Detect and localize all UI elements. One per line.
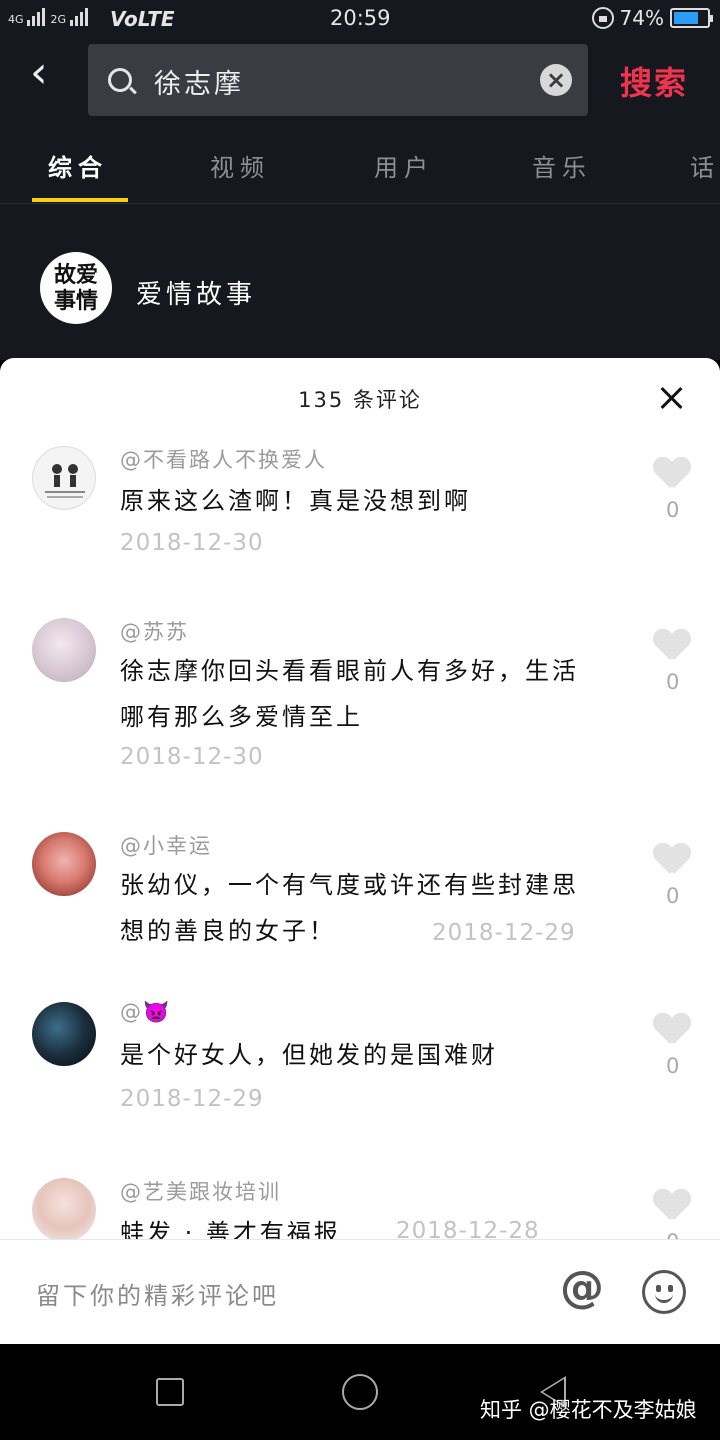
avatar[interactable]	[32, 1178, 96, 1239]
clock: 20:59	[330, 6, 391, 30]
comment-text: 是个好女人，但她发的是国难财	[120, 1041, 498, 1069]
back-arrow-icon[interactable]: ‹	[30, 51, 66, 95]
battery-fill	[674, 12, 698, 24]
search-input[interactable]: 徐志摩	[154, 62, 244, 101]
result-tabs: 综合 视频 用户 音乐 话	[0, 134, 720, 204]
tab-all[interactable]: 综合	[48, 148, 108, 183]
avatar[interactable]	[32, 446, 96, 510]
search-results-page: ‹ 徐志摩 × 搜索 综合 视频 用户 音乐 话 故爱事情 爱情故事	[0, 38, 720, 360]
signal-indicator: 4G 2G	[8, 8, 90, 26]
comment-input[interactable]: 留下你的精彩评论吧	[36, 1276, 279, 1311]
search-icon	[108, 68, 132, 92]
avatar[interactable]	[32, 618, 96, 682]
result-item[interactable]: 故爱事情 爱情故事	[0, 246, 720, 336]
avatar-text: 故爱事情	[53, 262, 98, 314]
recent-apps-icon[interactable]	[156, 1378, 184, 1406]
emoji-mouth	[655, 1293, 673, 1303]
like-count: 0	[666, 1054, 680, 1078]
comment-date: 2018-12-29	[120, 1086, 264, 1112]
comment-username[interactable]: @👿	[120, 1000, 171, 1025]
comment-date: 2018-12-30	[120, 530, 264, 556]
heart-icon[interactable]	[654, 630, 690, 662]
mention-icon[interactable]: @	[560, 1266, 604, 1310]
avatar[interactable]	[32, 1002, 96, 1066]
comments-count-title: 135 条评论	[298, 388, 422, 412]
close-icon[interactable]	[656, 382, 688, 414]
navigation-bar: 知乎 @樱花不及李姑娘	[0, 1344, 720, 1440]
heart-icon[interactable]	[654, 1190, 690, 1222]
comment-list[interactable]: @不看路人不换爱人 原来这么渣啊！真是没想到啊 2018-12-30 0 @苏苏…	[0, 436, 720, 1239]
result-title: 爱情故事	[136, 280, 257, 310]
comment-username[interactable]: @艺美跟妆培训	[120, 1176, 281, 1206]
comments-sheet: 135 条评论 @不看路人不换爱人 原来这么渣啊！真是没想到啊 2018-12-…	[0, 358, 720, 1344]
home-icon[interactable]	[342, 1374, 378, 1410]
emoji-eye	[668, 1285, 673, 1292]
comment-date: 2018-12-29	[432, 920, 576, 946]
rotation-lock-icon	[591, 7, 614, 29]
tab-music[interactable]: 音乐	[532, 148, 592, 183]
battery-percent: 74%	[619, 6, 664, 30]
search-box[interactable]: 徐志摩 ×	[88, 44, 588, 116]
battery-icon	[670, 8, 713, 28]
comment-text: 徐志摩你回头看看眼前人有多好，生活哪有那么多爱情至上	[120, 657, 579, 731]
volte-label: VoLTE	[110, 7, 175, 31]
network-type-a: 4G	[8, 13, 24, 26]
watermark: 知乎 @樱花不及李姑娘	[480, 1398, 697, 1422]
status-bar: 4G 2G VoLTE 20:59 74%	[0, 0, 720, 38]
comment-username[interactable]: @不看路人不换爱人	[120, 444, 327, 474]
tab-users[interactable]: 用户	[374, 148, 434, 183]
signal-bars-icon	[27, 8, 47, 26]
avatar: 故爱事情	[40, 252, 112, 324]
like-count: 0	[666, 884, 680, 908]
tab-topics[interactable]: 话	[690, 148, 720, 183]
tab-video[interactable]: 视频	[210, 148, 270, 183]
clear-icon[interactable]: ×	[540, 64, 572, 96]
heart-icon[interactable]	[654, 844, 690, 876]
comment-username[interactable]: @小幸运	[120, 830, 212, 860]
active-tab-indicator	[32, 198, 128, 202]
heart-icon[interactable]	[654, 1014, 690, 1046]
avatar-image	[45, 464, 85, 498]
comment-username[interactable]: @苏苏	[120, 616, 189, 646]
emoji-icon[interactable]	[642, 1270, 686, 1314]
comment-date: 2018-12-30	[120, 744, 264, 770]
network-type-b: 2G	[50, 13, 67, 26]
avatar[interactable]	[32, 832, 96, 896]
signal-bars-icon	[69, 8, 90, 26]
heart-icon[interactable]	[654, 458, 690, 490]
comment-input-bar: 留下你的精彩评论吧 @	[0, 1239, 720, 1344]
comment-date: 2018-12-28	[396, 1218, 540, 1239]
comment-text: 蛙发 · 善才有福报	[120, 1219, 341, 1239]
search-button[interactable]: 搜索	[620, 58, 688, 104]
like-count: 0	[666, 670, 680, 694]
comment-text: 原来这么渣啊！真是没想到啊	[120, 487, 471, 515]
like-count: 0	[666, 1230, 679, 1239]
emoji-eye	[656, 1285, 661, 1292]
like-count: 0	[666, 498, 680, 522]
